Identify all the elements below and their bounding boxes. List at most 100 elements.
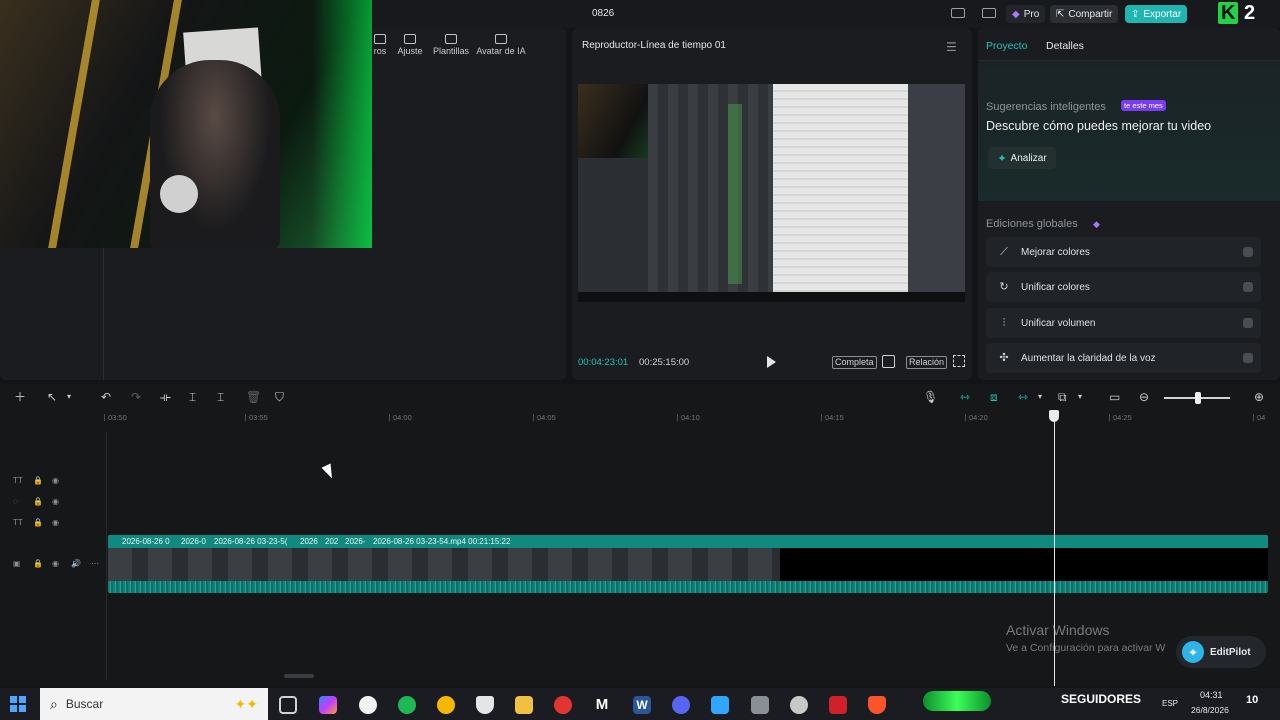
edit-label: Unificar volumen xyxy=(1021,317,1096,329)
shortcuts-icon[interactable] xyxy=(982,8,996,18)
app-icon[interactable] xyxy=(790,696,808,714)
ratio-button[interactable]: Relación xyxy=(906,356,948,369)
zoom-slider-handle[interactable] xyxy=(1195,392,1201,404)
playhead-handle[interactable] xyxy=(1049,410,1059,422)
word-icon[interactable]: W xyxy=(633,696,651,714)
tab-details[interactable]: Detalles xyxy=(1046,40,1084,52)
lock-icon[interactable]: 🔒 xyxy=(33,518,43,527)
shield-app-icon[interactable] xyxy=(476,696,494,714)
more-icon[interactable]: ⋯ xyxy=(91,559,99,568)
edit-unify-volume[interactable]: ⫶ Unificar volumen xyxy=(986,308,1261,338)
m-app-icon[interactable]: M xyxy=(593,696,611,714)
tab-adjust[interactable]: Ajuste xyxy=(390,34,430,56)
select-tool-icon[interactable]: ↖ xyxy=(47,391,57,403)
file-explorer-icon[interactable] xyxy=(515,696,533,714)
calculator-icon[interactable] xyxy=(751,696,769,714)
windows-start-icon[interactable] xyxy=(10,696,26,712)
edit-toggle[interactable] xyxy=(1243,247,1253,257)
speaker-icon[interactable]: 🔊 xyxy=(71,559,81,568)
share-button[interactable]: ⇱ Compartir xyxy=(1050,5,1119,23)
trim-left-icon[interactable]: ⌶ xyxy=(189,391,196,403)
eye-icon[interactable]: ◉ xyxy=(52,559,59,568)
eye-icon[interactable]: ◉ xyxy=(52,476,59,485)
brand-logo: K 2 xyxy=(1218,2,1255,25)
store-icon[interactable] xyxy=(711,696,729,714)
tab-templates[interactable]: Plantillas xyxy=(431,34,471,56)
eye-icon[interactable]: ◉ xyxy=(52,497,59,506)
clock-date[interactable]: 26/8/2026 xyxy=(1191,705,1229,715)
shield-icon[interactable]: ⛉ xyxy=(275,391,284,403)
preview-axis-icon[interactable]: ⇿ xyxy=(1018,391,1028,403)
video-preview[interactable] xyxy=(578,84,965,302)
text-track-icon: TT xyxy=(13,518,23,527)
tick-label: 04 xyxy=(1252,413,1266,422)
magnet-icon[interactable]: ⧈ xyxy=(990,391,998,403)
month-badge: te este mes xyxy=(1121,100,1166,111)
editpilot-button[interactable]: ⌖ EditPilot xyxy=(1176,636,1266,668)
task-view-icon[interactable] xyxy=(279,696,297,714)
lock-icon[interactable]: 🔒 xyxy=(33,497,43,506)
fullscreen-icon[interactable] xyxy=(953,355,965,367)
captions-icon[interactable]: ▭ xyxy=(1109,391,1120,403)
export-label: Exportar xyxy=(1143,8,1182,20)
edit-toggle[interactable] xyxy=(1243,353,1253,363)
lock-icon[interactable]: 🔒 xyxy=(33,476,43,485)
clip-label: 2026-08-26 0 xyxy=(122,537,170,546)
clip-label: 202 xyxy=(325,537,339,546)
play-icon[interactable] xyxy=(767,356,776,368)
project-title: 0826 xyxy=(592,8,615,19)
clock-time[interactable]: 04:31 xyxy=(1200,690,1223,700)
export-button[interactable]: ⇪ Exportar xyxy=(1125,5,1188,23)
notification-count[interactable]: 10 xyxy=(1246,694,1258,706)
layout-icon[interactable] xyxy=(951,8,965,18)
sliders-icon xyxy=(404,34,416,44)
smart-suggestions-label: Sugerencias inteligentes xyxy=(986,101,1106,113)
edit-unify-colors[interactable]: ↻ Unificar colores xyxy=(986,272,1261,302)
discord-icon[interactable] xyxy=(672,696,690,714)
full-view-button[interactable]: Completa xyxy=(832,356,877,369)
edit-improve-colors[interactable]: ⟋ Mejorar colores xyxy=(986,237,1261,267)
split-icon[interactable]: ⟛ xyxy=(160,391,171,403)
add-icon[interactable]: ＋ xyxy=(14,391,26,403)
link-icon[interactable]: ⇿ xyxy=(960,391,970,403)
delete-icon[interactable]: 🗑 xyxy=(246,391,261,403)
eye-icon[interactable]: ◉ xyxy=(52,518,59,527)
templates-icon xyxy=(445,34,457,44)
taskbar-search[interactable]: ⌕ Buscar ✦✦ xyxy=(40,688,268,720)
lock-icon[interactable]: 🔒 xyxy=(33,559,43,568)
media-player-icon[interactable] xyxy=(554,696,572,714)
app-red-icon[interactable] xyxy=(829,696,847,714)
chevron-down-icon[interactable]: ▾ xyxy=(67,391,71,403)
language-indicator[interactable]: ESP xyxy=(1162,699,1178,708)
search-placeholder: Buscar xyxy=(65,697,104,711)
tab-media-label: ros xyxy=(373,46,387,56)
focus-icon[interactable] xyxy=(882,355,895,368)
brave-icon[interactable] xyxy=(868,696,886,714)
microphone-icon[interactable]: 🎙 xyxy=(923,391,938,403)
effect-track-icon: ◌ xyxy=(13,497,18,506)
spotify-icon[interactable] xyxy=(398,696,416,714)
tick-label: 04:25 xyxy=(1109,413,1132,422)
redo-icon[interactable]: ↷ xyxy=(131,391,141,403)
activate-windows-title: Activar Windows xyxy=(1006,622,1110,638)
layout-switch-icon[interactable]: ⧉ xyxy=(1058,391,1067,403)
edit-voice-clarity[interactable]: ✣ Aumentar la claridad de la voz xyxy=(986,343,1261,373)
tab-project[interactable]: Proyecto xyxy=(986,40,1027,52)
zoom-out-icon[interactable]: ⊖ xyxy=(1139,391,1149,403)
timeline-scrollbar[interactable] xyxy=(284,674,314,678)
analyze-button[interactable]: ✦ Analizar xyxy=(988,147,1056,169)
chevron-down-icon[interactable]: ▾ xyxy=(1078,391,1082,403)
undo-icon[interactable]: ↶ xyxy=(101,391,111,403)
copilot-icon[interactable] xyxy=(319,696,337,714)
edit-toggle[interactable] xyxy=(1243,282,1253,292)
obs-icon[interactable] xyxy=(359,696,377,714)
tab-ai-avatar[interactable]: Avatar de IA xyxy=(476,34,526,56)
trim-right-icon[interactable]: ⌶ xyxy=(217,391,224,403)
zoom-in-icon[interactable]: ⊕ xyxy=(1254,391,1264,403)
edit-toggle[interactable] xyxy=(1243,318,1253,328)
followers-label: SEGUIDORES xyxy=(1061,692,1142,706)
menu-icon[interactable]: ☰ xyxy=(946,40,957,54)
app-yellow-icon[interactable] xyxy=(437,696,455,714)
pro-button[interactable]: ◆ Pro xyxy=(1006,5,1046,23)
chevron-down-icon[interactable]: ▾ xyxy=(1038,391,1042,403)
